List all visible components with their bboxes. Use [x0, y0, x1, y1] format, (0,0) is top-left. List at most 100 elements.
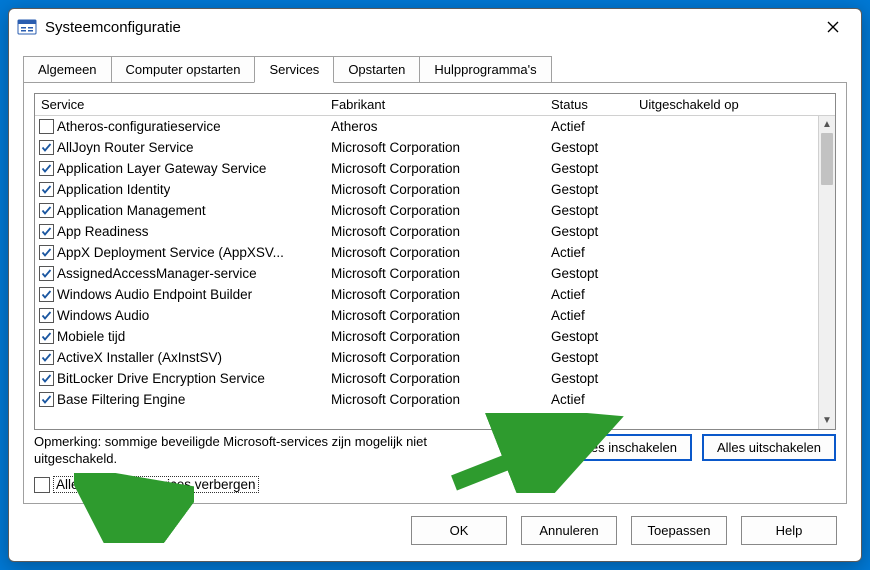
disabled-on-cell — [633, 334, 835, 340]
list-header: Service Fabrikant Status Uitgeschakeld o… — [35, 94, 835, 116]
titlebar: Systeemconfiguratie — [9, 9, 861, 45]
row-checkbox[interactable] — [39, 329, 54, 344]
tab-opstarten[interactable]: Opstarten — [333, 56, 420, 83]
table-row[interactable]: Application Layer Gateway ServiceMicroso… — [35, 158, 835, 179]
service-name: Application Identity — [57, 182, 170, 197]
tab-hulpprogramma-s[interactable]: Hulpprogramma's — [419, 56, 551, 83]
vendor-cell: Microsoft Corporation — [325, 242, 545, 263]
service-name: BitLocker Drive Encryption Service — [57, 371, 265, 386]
column-status[interactable]: Status — [545, 94, 633, 115]
hide-ms-label[interactable]: Alle Microsoft-services verbergen — [53, 476, 259, 493]
status-cell: Gestopt — [545, 221, 633, 242]
vendor-cell: Microsoft Corporation — [325, 347, 545, 368]
status-cell: Actief — [545, 389, 633, 410]
service-name: App Readiness — [57, 224, 149, 239]
column-vendor[interactable]: Fabrikant — [325, 94, 545, 115]
row-checkbox[interactable] — [39, 245, 54, 260]
service-name: Application Management — [57, 203, 206, 218]
msconfig-window: Systeemconfiguratie AlgemeenComputer ops… — [8, 8, 862, 562]
table-row[interactable]: Windows Audio Endpoint BuilderMicrosoft … — [35, 284, 835, 305]
window-title: Systeemconfiguratie — [45, 19, 813, 36]
status-cell: Gestopt — [545, 347, 633, 368]
row-checkbox[interactable] — [39, 203, 54, 218]
cancel-button[interactable]: Annuleren — [521, 516, 617, 545]
service-name: Mobiele tijd — [57, 329, 125, 344]
vendor-cell: Microsoft Corporation — [325, 368, 545, 389]
table-row[interactable]: Application ManagementMicrosoft Corporat… — [35, 200, 835, 221]
disabled-on-cell — [633, 271, 835, 277]
disabled-on-cell — [633, 397, 835, 403]
table-row[interactable]: AppX Deployment Service (AppXSV... Micros… — [35, 242, 835, 263]
table-row[interactable]: Windows AudioMicrosoft CorporationActief — [35, 305, 835, 326]
table-row[interactable]: Mobiele tijdMicrosoft CorporationGestopt — [35, 326, 835, 347]
table-row[interactable]: AssignedAccessManager-serviceMicrosoft C… — [35, 263, 835, 284]
service-name: AllJoyn Router Service — [57, 140, 194, 155]
column-service[interactable]: Service — [35, 94, 325, 115]
service-name: Base Filtering Engine — [57, 392, 185, 407]
list-body[interactable]: Atheros-configuratieserviceAtherosActief… — [35, 116, 835, 429]
status-cell: Actief — [545, 242, 633, 263]
disabled-on-cell — [633, 124, 835, 130]
close-button[interactable] — [813, 11, 853, 43]
vendor-cell: Microsoft Corporation — [325, 284, 545, 305]
disabled-on-cell — [633, 355, 835, 361]
service-name: Atheros-configuratieservice — [57, 119, 221, 134]
table-row[interactable]: AllJoyn Router ServiceMicrosoft Corporat… — [35, 137, 835, 158]
column-disabled-on[interactable]: Uitgeschakeld op — [633, 94, 835, 115]
row-checkbox[interactable] — [39, 392, 54, 407]
vendor-cell: Microsoft Corporation — [325, 221, 545, 242]
services-panel: Service Fabrikant Status Uitgeschakeld o… — [23, 82, 847, 504]
services-list: Service Fabrikant Status Uitgeschakeld o… — [34, 93, 836, 430]
row-checkbox[interactable] — [39, 266, 54, 281]
row-checkbox[interactable] — [39, 161, 54, 176]
disable-all-button[interactable]: Alles uitschakelen — [702, 434, 836, 461]
hide-ms-row: Alle Microsoft-services verbergen — [34, 476, 836, 493]
table-row[interactable]: Atheros-configuratieservice AtherosActief — [35, 116, 835, 137]
row-checkbox[interactable] — [39, 287, 54, 302]
status-cell: Gestopt — [545, 158, 633, 179]
scroll-thumb[interactable] — [821, 133, 833, 185]
vendor-cell: Microsoft Corporation — [325, 158, 545, 179]
tab-algemeen[interactable]: Algemeen — [23, 56, 112, 83]
status-cell: Gestopt — [545, 263, 633, 284]
tab-computer-opstarten[interactable]: Computer opstarten — [111, 56, 256, 83]
vertical-scrollbar[interactable]: ▲ ▼ — [818, 116, 835, 429]
scroll-up-icon[interactable]: ▲ — [819, 116, 835, 133]
table-row[interactable]: BitLocker Drive Encryption Service Micros… — [35, 368, 835, 389]
vendor-cell: Microsoft Corporation — [325, 326, 545, 347]
table-row[interactable]: App Readiness Microsoft CorporationGestop… — [35, 221, 835, 242]
row-checkbox[interactable] — [39, 224, 54, 239]
ok-button[interactable]: OK — [411, 516, 507, 545]
service-name: Windows Audio — [57, 308, 149, 323]
row-checkbox[interactable] — [39, 371, 54, 386]
scroll-down-icon[interactable]: ▼ — [819, 412, 835, 429]
status-cell: Gestopt — [545, 179, 633, 200]
table-row[interactable]: Base Filtering EngineMicrosoft Corporati… — [35, 389, 835, 410]
disabled-on-cell — [633, 376, 835, 382]
disabled-on-cell — [633, 145, 835, 151]
service-name: AppX Deployment Service (AppXSV... — [57, 245, 284, 260]
table-row[interactable]: ActiveX Installer (AxInstSV)Microsoft Co… — [35, 347, 835, 368]
note-row: Opmerking: sommige beveiligde Microsoft-… — [34, 434, 836, 468]
apply-button[interactable]: Toepassen — [631, 516, 727, 545]
help-button[interactable]: Help — [741, 516, 837, 545]
row-checkbox[interactable] — [39, 140, 54, 155]
enable-all-button[interactable]: Alles inschakelen — [561, 434, 691, 461]
row-checkbox[interactable] — [39, 308, 54, 323]
note-text: Opmerking: sommige beveiligde Microsoft-… — [34, 434, 454, 468]
hide-ms-checkbox[interactable] — [34, 477, 50, 493]
service-name: AssignedAccessManager-service — [57, 266, 257, 281]
status-cell: Gestopt — [545, 137, 633, 158]
status-cell: Gestopt — [545, 200, 633, 221]
vendor-cell: Atheros — [325, 116, 545, 137]
tab-services[interactable]: Services — [254, 56, 334, 83]
disabled-on-cell — [633, 229, 835, 235]
status-cell: Actief — [545, 116, 633, 137]
disabled-on-cell — [633, 313, 835, 319]
app-icon — [17, 17, 37, 37]
row-checkbox[interactable] — [39, 350, 54, 365]
row-checkbox[interactable] — [39, 119, 54, 134]
row-checkbox[interactable] — [39, 182, 54, 197]
disabled-on-cell — [633, 187, 835, 193]
table-row[interactable]: Application IdentityMicrosoft Corporatio… — [35, 179, 835, 200]
